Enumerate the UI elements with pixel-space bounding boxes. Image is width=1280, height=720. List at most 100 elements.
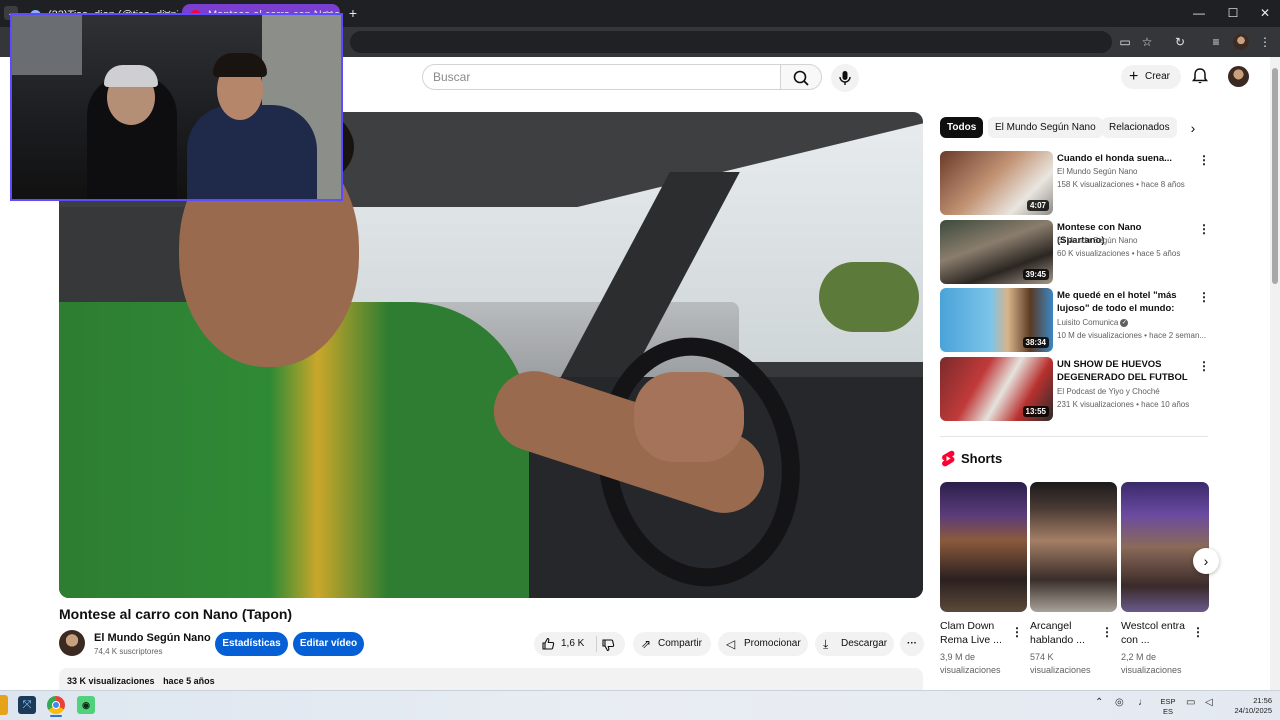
megaphone-icon: ◁ (726, 637, 736, 651)
chrome-icon-center (52, 701, 60, 709)
new-tab-button[interactable]: + (344, 4, 362, 22)
tray-display-icon[interactable]: ▭ (1186, 697, 1195, 708)
stats-button[interactable]: Estadísticas (215, 632, 288, 656)
capcut-icon[interactable]: ⤧ (18, 696, 36, 714)
chip-todos[interactable]: Todos (940, 117, 984, 138)
related-menu-icon[interactable]: ⋮ (1198, 221, 1210, 237)
related-thumbnail[interactable]: 38:34 (940, 288, 1053, 352)
scrollbar-thumb[interactable] (1272, 68, 1278, 284)
create-label: Crear (1145, 71, 1171, 82)
related-channel[interactable]: El Mundo Según Nano (1057, 167, 1207, 176)
tray-microphone-icon[interactable]: ♩ (1138, 697, 1148, 708)
chrome-icon[interactable] (47, 696, 65, 714)
download-icon: ⤓ (823, 637, 829, 651)
edit-video-button[interactable]: Editar vídeo (293, 632, 364, 656)
dislike-icon[interactable] (601, 638, 615, 652)
like-icon[interactable] (541, 637, 555, 651)
like-count[interactable]: 1,6 K (561, 632, 584, 656)
short-thumbnail[interactable] (940, 482, 1027, 612)
promote-button[interactable]: ◁ Promocionar (718, 632, 808, 656)
streamer-webcam-overlay (10, 13, 343, 201)
related-menu-icon[interactable]: ⋮ (1198, 358, 1210, 374)
download-label: Descargar (841, 638, 888, 649)
related-channel[interactable]: El Mundo Según Nano (1057, 236, 1207, 245)
account-avatar[interactable] (1228, 66, 1249, 87)
search-button[interactable] (780, 64, 822, 90)
related-thumbnail[interactable]: 39:45 (940, 220, 1053, 284)
taskbar-clock[interactable]: 21:56 24/10/2025 (1222, 696, 1272, 716)
short-title[interactable]: Westcol entra con ... (1121, 619, 1197, 647)
related-meta: 60 K visualizaciones • hace 5 años (1057, 249, 1181, 258)
duration-badge: 38:34 (1022, 337, 1049, 348)
plus-icon: + (1129, 68, 1139, 85)
tray-network-icon[interactable]: ◎ (1115, 697, 1124, 708)
upload-age: hace 5 años (163, 676, 215, 686)
browser-profile-avatar[interactable] (1233, 34, 1249, 50)
voice-search-button[interactable] (831, 64, 859, 92)
video-scene-driver-hand (634, 372, 744, 462)
related-thumbnail[interactable]: 4:07 (940, 151, 1053, 215)
chip-relacionados[interactable]: Relacionados (1102, 117, 1177, 138)
view-count: 33 K visualizaciones (67, 676, 155, 686)
related-menu-icon[interactable]: ⋮ (1198, 289, 1210, 305)
short-title[interactable]: Clam Down Rema Live ... (940, 619, 1016, 647)
related-channel-row[interactable]: Luisito Comunica ✓ (1057, 318, 1207, 327)
webcam-person-left-hair (104, 65, 158, 87)
related-video-item[interactable]: 4:07 Cuando el honda suena... El Mundo S… (940, 151, 1212, 215)
related-video-item[interactable]: 13:55 UN SHOW DE HUEVOS DEGENERADO DEL F… (940, 357, 1212, 421)
clock-time: 21:56 (1253, 696, 1272, 705)
chips-next-chevron-icon[interactable]: › (1184, 118, 1202, 138)
more-actions-button[interactable]: ··· (900, 632, 924, 656)
taskbar-widget-icon[interactable] (0, 695, 8, 715)
tray-overflow-chevron-icon[interactable]: ⌃ (1095, 697, 1103, 708)
shorts-next-chevron-icon[interactable]: › (1193, 548, 1219, 574)
like-dislike-group: 1,6 K (534, 632, 625, 656)
media-queue-icon[interactable]: ≡ (1207, 33, 1225, 51)
chip-el-mundo-segun-nano[interactable]: El Mundo Según Nano (988, 117, 1103, 138)
related-video-item[interactable]: 39:45 Montese con Nano (Spartano) El Mun… (940, 220, 1212, 284)
related-title[interactable]: Me quedé en el hotel "más lujoso" de tod… (1057, 289, 1190, 316)
share-icon: ⇗ (641, 637, 652, 651)
short-menu-icon[interactable]: ⋮ (1011, 624, 1023, 640)
create-button[interactable]: + Crear (1121, 65, 1181, 89)
short-menu-icon[interactable]: ⋮ (1101, 624, 1113, 640)
related-video-item[interactable]: 38:34 Me quedé en el hotel "más lujoso" … (940, 288, 1212, 352)
download-button[interactable]: ⤓ Descargar (815, 632, 894, 656)
related-channel[interactable]: El Podcast de Yiyo y Choché (1057, 387, 1207, 396)
short-thumbnail[interactable] (1030, 482, 1117, 612)
short-menu-icon[interactable]: ⋮ (1192, 624, 1204, 640)
history-icon[interactable]: ↻ (1171, 33, 1189, 51)
duration-badge: 39:45 (1022, 269, 1049, 280)
bookmark-star-icon[interactable]: ☆ (1138, 33, 1156, 51)
related-title[interactable]: Cuando el honda suena... (1057, 152, 1190, 165)
channel-avatar[interactable] (59, 630, 85, 656)
minimize-button[interactable]: — (1182, 0, 1216, 27)
shorts-logo-icon (942, 450, 955, 467)
close-window-button[interactable]: ✕ (1248, 0, 1280, 27)
short-thumbnail[interactable] (1121, 482, 1209, 612)
related-channel: Luisito Comunica (1057, 318, 1119, 327)
active-app-indicator (50, 715, 62, 717)
keyboard-language[interactable]: ESP ES (1157, 697, 1179, 717)
microphone-icon (839, 71, 851, 85)
verified-check-icon: ✓ (1120, 318, 1129, 327)
channel-name[interactable]: El Mundo Según Nano (94, 632, 211, 644)
related-title[interactable]: UN SHOW DE HUEVOS DEGENERADO DEL FUTBOL (1057, 358, 1190, 384)
short-title[interactable]: Arcangel hablando ... (1030, 619, 1106, 647)
screen: ⌄ (23)Tiso_dion (@tiso_dion) | ... ✕ Mon… (0, 0, 1280, 720)
share-button[interactable]: ⇗ Compartir (633, 632, 711, 656)
related-menu-icon[interactable]: ⋮ (1198, 152, 1210, 168)
related-thumbnail[interactable]: 13:55 (940, 357, 1053, 421)
tray-volume-icon[interactable]: ◁ (1205, 697, 1213, 708)
sidebar-divider (940, 436, 1208, 437)
search-input[interactable]: Buscar (422, 64, 780, 90)
notifications-bell-icon[interactable] (1190, 66, 1210, 86)
maximize-button[interactable]: ☐ (1216, 0, 1250, 27)
windows-taskbar (0, 690, 1280, 720)
search-icon (793, 70, 809, 86)
description-box[interactable]: 33 K visualizaciones hace 5 años (59, 668, 923, 690)
browser-menu-icon[interactable]: ⋮ (1256, 33, 1274, 51)
cast-icon[interactable]: ▭ (1116, 33, 1134, 51)
address-bar[interactable] (350, 31, 1112, 53)
obs-like-app-icon[interactable]: ◉ (77, 696, 95, 714)
